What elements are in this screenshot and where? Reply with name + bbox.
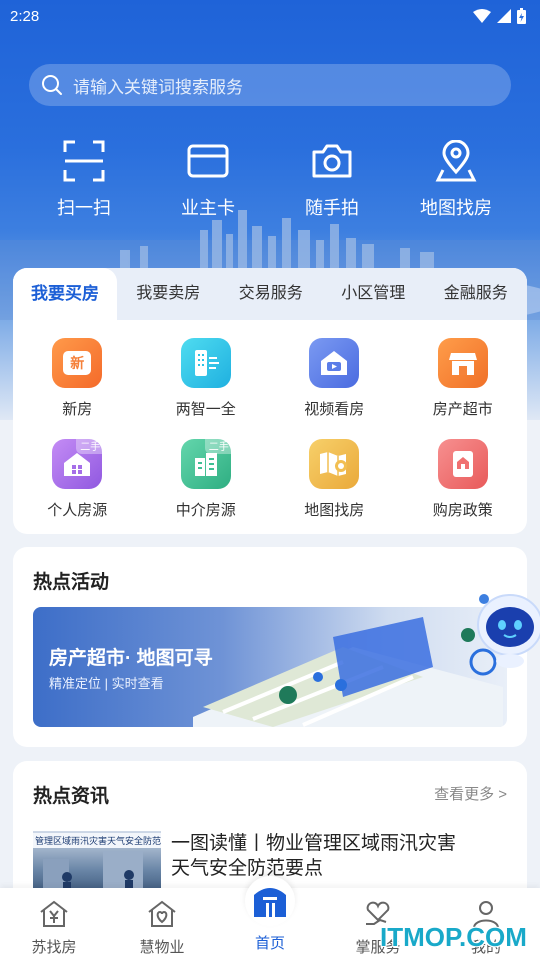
quick-owner-card-label: 业主卡 <box>181 198 235 218</box>
map-house-icon <box>309 439 360 489</box>
service-label: 视频看房 <box>304 401 365 418</box>
status-time: 2:28 <box>10 7 40 25</box>
video-house-icon <box>309 338 360 388</box>
banner-title: 房产超市· 地图可寻 <box>49 648 213 669</box>
service-map-house[interactable]: 地图找房 <box>270 439 399 520</box>
home-icon-wrap <box>245 876 295 926</box>
search-input[interactable]: 请输入关键词搜索服务 <box>29 64 511 106</box>
tab-community[interactable]: 小区管理 <box>322 268 425 320</box>
hot-news-title: 热点资讯 <box>33 786 110 807</box>
banner-subtitle: 精准定位 | 实时查看 <box>49 676 164 691</box>
search-icon <box>42 75 62 95</box>
quick-actions: 扫一扫 业主卡 随手拍 地图找房 <box>0 140 540 220</box>
smart-building-icon <box>180 338 231 388</box>
map-pin-icon <box>435 140 477 182</box>
home-icon <box>254 888 286 917</box>
service-agency-listing[interactable]: 二手 中介房源 <box>142 437 271 520</box>
tab-sell-house[interactable]: 我要卖房 <box>117 268 220 320</box>
quick-snapshot-label: 随手拍 <box>305 198 359 218</box>
signal-icon <box>497 9 511 23</box>
service-card: 我要买房 我要卖房 交易服务 小区管理 金融服务 新 新房 两智一全 视频看房 <box>13 268 527 534</box>
site-watermark: ITMOP.COM <box>380 922 527 952</box>
service-label: 购房政策 <box>432 502 493 519</box>
service-personal-listing[interactable]: 二手 个人房源 <box>13 437 142 520</box>
house-heart-icon <box>148 900 176 927</box>
service-label: 新房 <box>62 401 93 418</box>
status-bar: 2:28 <box>0 0 540 32</box>
service-grid: 新 新房 两智一全 视频看房 房产超市 二手 个人房源 二手 中介房源 地图找房… <box>13 320 527 520</box>
activity-banner[interactable]: 房产超市· 地图可寻 精准定位 | 实时查看 <box>33 607 507 727</box>
new-house-icon: 新 <box>52 338 103 388</box>
nav-property[interactable]: 慧物业 <box>108 888 216 960</box>
hot-activity-title: 热点活动 <box>33 572 110 593</box>
new-house-glyph: 新 <box>70 355 85 371</box>
second-hand-badge: 二手 <box>76 437 105 454</box>
service-label: 地图找房 <box>304 502 365 519</box>
nav-find-house[interactable]: 苏找房 <box>0 888 108 960</box>
service-smart-building[interactable]: 两智一全 <box>142 338 271 419</box>
tab-buy-house[interactable]: 我要买房 <box>13 268 117 320</box>
quick-owner-card-button[interactable]: 业主卡 <box>153 140 263 220</box>
news-item-title[interactable]: 一图读懂丨物业管理区域雨汛灾害天气安全防范要点 <box>171 831 471 881</box>
tab-finance[interactable]: 金融服务 <box>425 268 528 320</box>
personal-house-icon: 二手 <box>52 437 105 489</box>
tab-transaction[interactable]: 交易服务 <box>220 268 323 320</box>
service-policy[interactable]: 购房政策 <box>399 439 528 520</box>
policy-icon <box>437 439 488 489</box>
service-label: 房产超市 <box>432 401 493 418</box>
service-tabs: 我要买房 我要卖房 交易服务 小区管理 金融服务 <box>13 268 527 320</box>
view-more-link[interactable]: 查看更多 > <box>434 783 507 804</box>
battery-icon <box>517 8 526 24</box>
camera-icon <box>312 144 352 178</box>
service-property-store[interactable]: 房产超市 <box>399 338 528 419</box>
robot-assistant-icon[interactable] <box>470 585 540 669</box>
nav-label: 苏找房 <box>31 939 77 956</box>
quick-map-label: 地图找房 <box>420 198 492 218</box>
hot-activity-panel: 热点活动 房产超市· 地图可寻 精准定位 | 实时查看 <box>13 547 527 747</box>
quick-map-button[interactable]: 地图找房 <box>401 140 511 220</box>
nav-label: 首页 <box>254 935 285 952</box>
house-yen-icon <box>40 900 68 927</box>
quick-scan-label: 扫一扫 <box>57 198 111 218</box>
second-hand-badge: 二手 <box>204 437 233 454</box>
agency-house-icon: 二手 <box>180 437 233 489</box>
search-placeholder: 请输入关键词搜索服务 <box>73 77 243 97</box>
service-label: 中介房源 <box>175 502 236 519</box>
nav-label: 慧物业 <box>139 939 185 956</box>
service-label: 两智一全 <box>175 401 236 418</box>
store-icon <box>437 338 488 388</box>
card-icon <box>187 144 229 178</box>
service-video-house[interactable]: 视频看房 <box>270 338 399 419</box>
wifi-icon <box>473 9 491 23</box>
quick-scan-button[interactable]: 扫一扫 <box>29 140 139 220</box>
service-label: 个人房源 <box>47 502 108 519</box>
map-illustration <box>193 617 503 727</box>
service-new-house[interactable]: 新 新房 <box>13 338 142 419</box>
scan-icon <box>63 140 105 182</box>
quick-snapshot-button[interactable]: 随手拍 <box>277 140 387 220</box>
nav-home[interactable]: 首页 <box>216 876 324 960</box>
